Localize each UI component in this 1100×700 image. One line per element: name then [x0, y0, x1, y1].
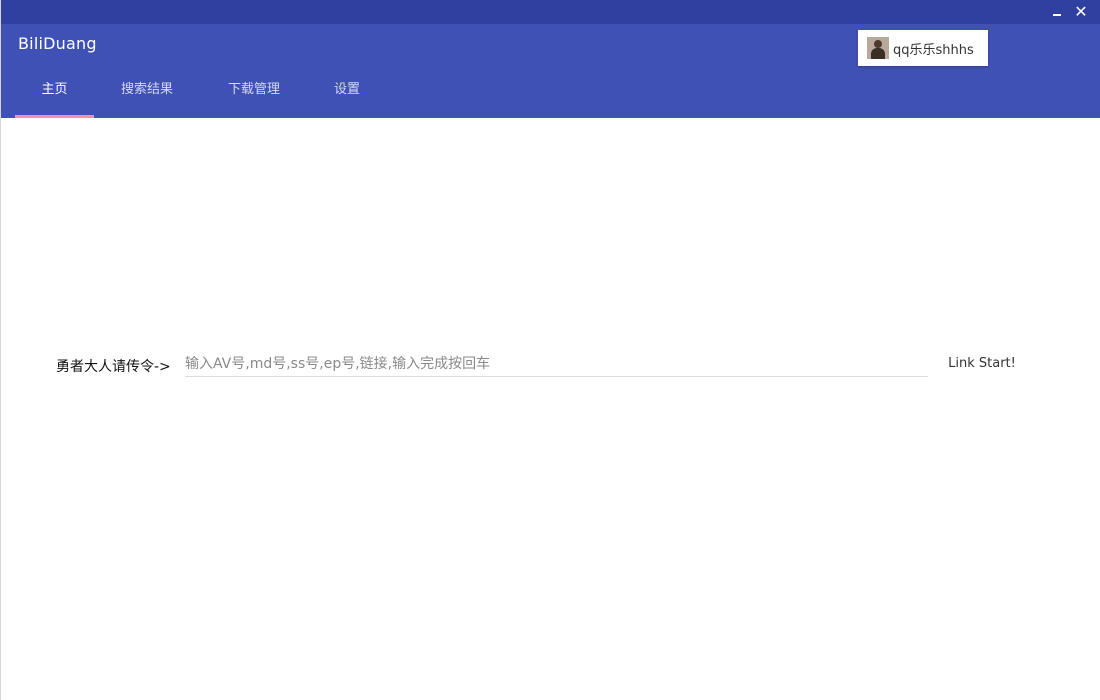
avatar-body-shape	[871, 48, 885, 59]
app-title: BiliDuang	[18, 34, 97, 53]
tab-bar: 主页 搜索结果 下载管理 设置	[1, 74, 1100, 118]
app-window: ✕ BiliDuang qq乐乐shhhs 主页 搜索结果 下载管理 设置 勇者…	[0, 0, 1100, 700]
tab-home[interactable]: 主页	[15, 74, 94, 118]
tab-search-results[interactable]: 搜索结果	[107, 74, 187, 118]
tab-download-manager[interactable]: 下载管理	[214, 74, 294, 118]
user-profile-button[interactable]: qq乐乐shhhs	[858, 30, 988, 66]
avatar	[867, 37, 889, 59]
avatar-head-shape	[874, 40, 882, 48]
user-name: qq乐乐shhhs	[893, 43, 974, 58]
active-tab-indicator	[15, 115, 94, 118]
minimize-icon	[1053, 14, 1061, 16]
close-button[interactable]: ✕	[1069, 0, 1093, 24]
minimize-button[interactable]	[1045, 0, 1069, 24]
command-label: 勇者大人请传令->	[56, 359, 171, 375]
link-start-button[interactable]: Link Start!	[943, 352, 1021, 376]
app-header: BiliDuang qq乐乐shhhs 主页 搜索结果 下载管理 设置	[1, 24, 1100, 118]
command-input[interactable]	[185, 352, 928, 377]
tab-settings[interactable]: 设置	[307, 74, 387, 118]
close-icon: ✕	[1074, 2, 1088, 21]
title-bar[interactable]: ✕	[1, 0, 1100, 24]
